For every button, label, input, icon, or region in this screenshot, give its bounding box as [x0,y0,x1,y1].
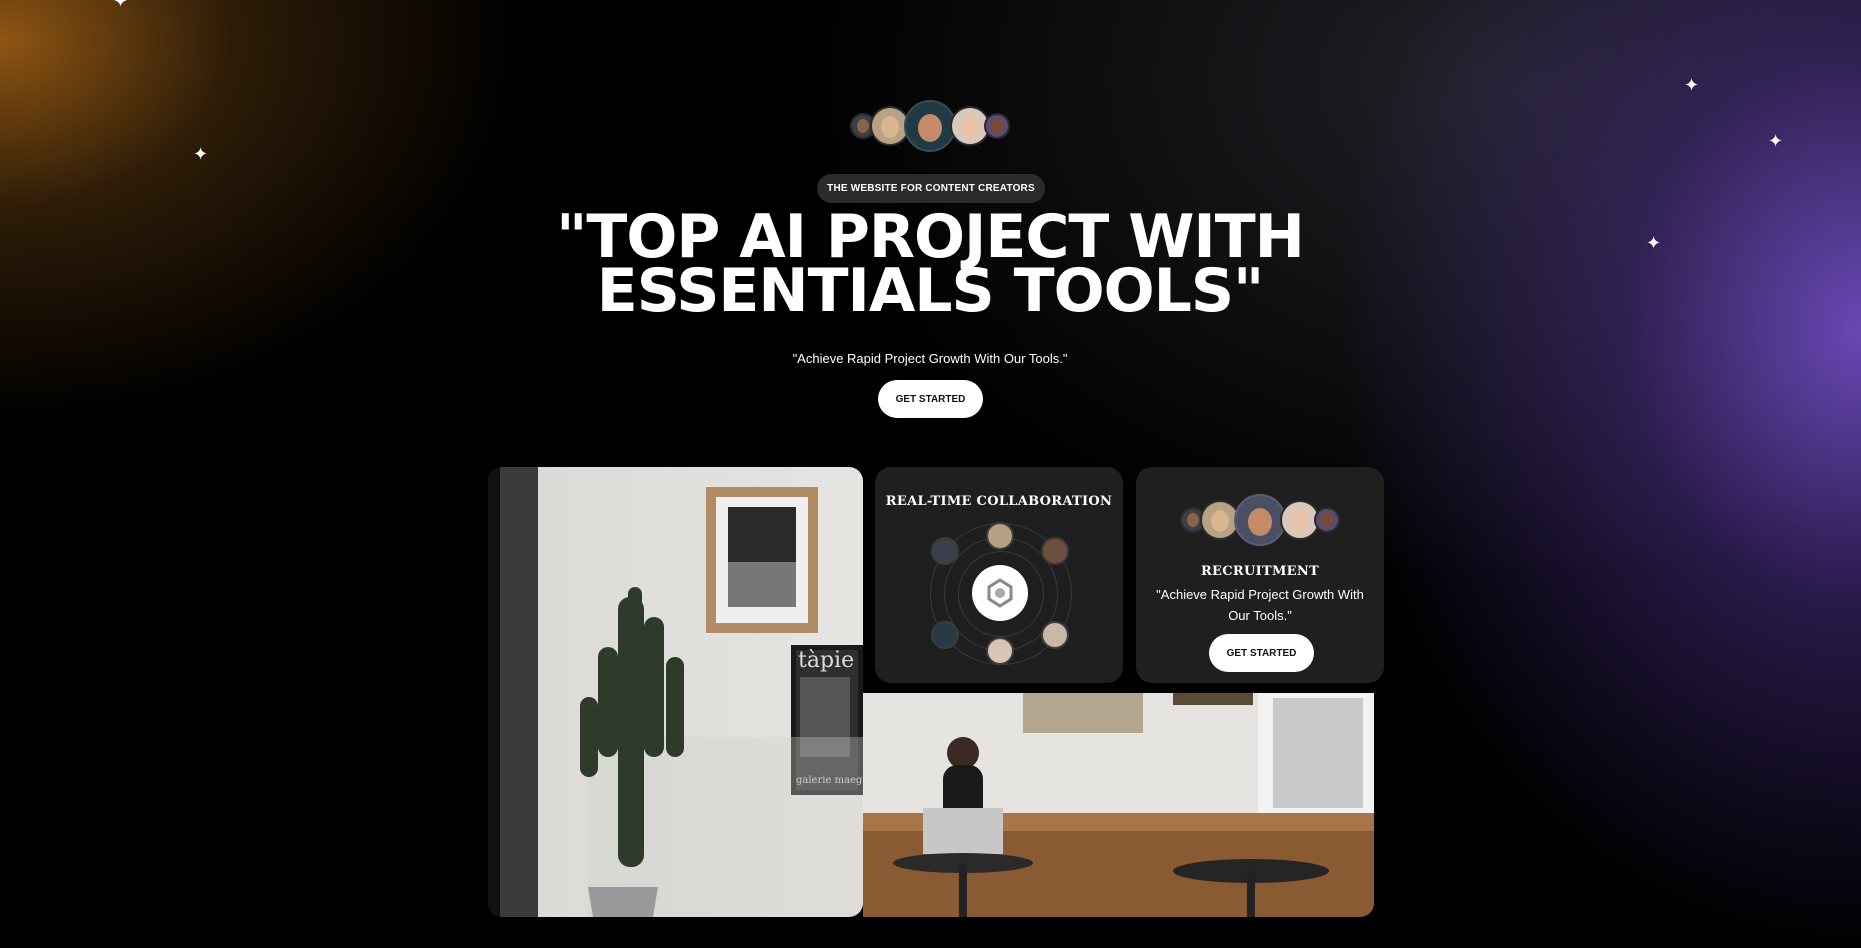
recruitment-get-started-button[interactable]: GET STARTED [1209,634,1314,672]
collaboration-card: REAL-TIME COLLABORATION [875,467,1123,683]
svg-text:tàpie: tàpie [798,648,854,673]
office-photo: tàpie galerie maeght [488,467,863,917]
workspace-illustration [863,693,1374,917]
recruit-avatar-group [1180,494,1340,546]
avatar [1041,621,1069,649]
sparkle-icon: ✦ [193,144,209,164]
landing-page: ✦ ✦ ✦ ✦ ✦ THE WEBSITE FOR CONTENT CREATO… [0,0,1861,948]
avatar [1234,494,1286,546]
hero-headline: "TOP AI PROJECT WITH ESSENTIALS TOOLS" [430,207,1430,321]
avatar [984,113,1010,139]
avatar [931,537,959,565]
avatar [904,100,956,152]
get-started-button[interactable]: GET STARTED [878,380,983,418]
sparkle-logo-icon [972,565,1028,621]
headline-line-2: ESSENTIALS TOOLS" [596,256,1265,326]
avatar [1041,537,1069,565]
sparkle-icon: ✦ [113,0,129,11]
sparkle-icon: ✦ [1646,233,1662,253]
hero-avatar-group [850,99,1010,153]
sparkle-icon: ✦ [1684,75,1700,95]
hero-tag-pill: THE WEBSITE FOR CONTENT CREATORS [817,174,1045,203]
hero-subtitle: "Achieve Rapid Project Growth With Our T… [792,351,1068,366]
avatar [1314,507,1340,533]
cactus-scene-illustration: tàpie galerie maeght [488,467,863,917]
collaboration-title: REAL-TIME COLLABORATION [885,494,1113,509]
recruitment-description: "Achieve Rapid Project Growth With Our T… [1156,587,1364,623]
avatar [986,522,1014,550]
avatar [931,621,959,649]
workspace-photo [863,693,1374,917]
recruitment-title: RECRUITMENT [1200,564,1320,579]
sparkle-icon: ✦ [1768,131,1784,151]
avatar [986,637,1014,665]
recruitment-card: RECRUITMENT "Achieve Rapid Project Growt… [1136,467,1384,683]
